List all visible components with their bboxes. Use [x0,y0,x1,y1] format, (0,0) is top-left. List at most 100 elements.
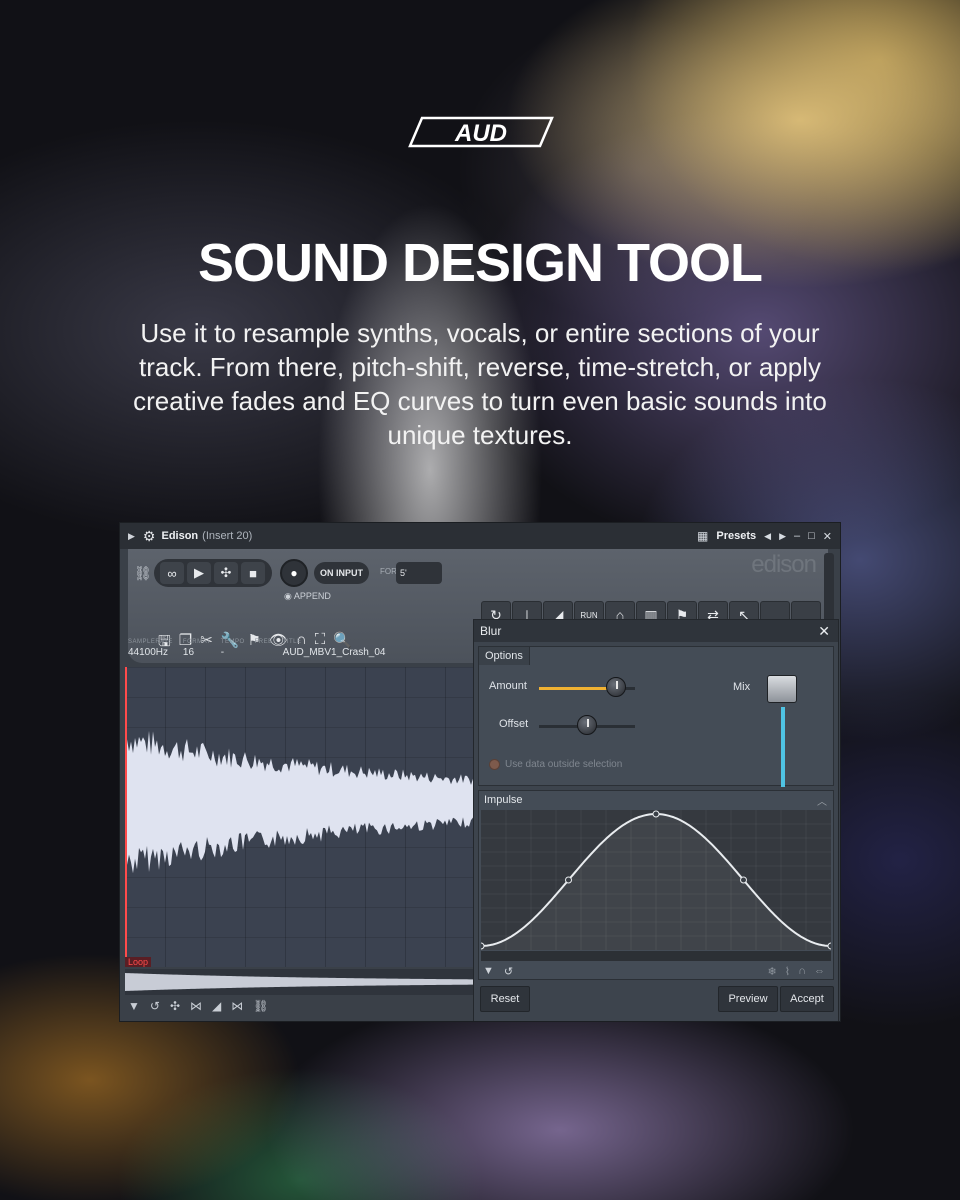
gear-icon[interactable]: ⚙ [143,528,156,545]
impulse-undo-icon[interactable]: ↺ [504,965,513,978]
attach-icon[interactable]: ⌇ [785,965,790,978]
blur-title: Blur [480,624,502,638]
transient-icon[interactable]: ✣ [170,999,180,1013]
close-icon[interactable]: ✕ [823,530,832,543]
scrub-icon[interactable]: ✣ [214,562,238,584]
loop-icon[interactable]: ∞ [160,562,184,584]
tempo-label: TEMPO [220,639,245,645]
impulse-control-point [652,810,660,818]
amount-slider-fill [539,687,616,690]
undo-icon[interactable]: ↺ [150,999,160,1013]
blur-titlebar: Blur ✕ [474,620,838,642]
overview-shape [125,973,475,991]
impulse-tools: ▼ ↺ [483,965,513,978]
tempo-value: - [220,647,225,658]
headline: SOUND DESIGN TOOL [197,233,763,293]
options-panel: Options Amount Offset Mix Use data outsi… [478,646,834,787]
append-label: APPEND [293,591,331,601]
title-label: TITLE [282,639,302,645]
grid-icon[interactable]: ▦ [697,529,708,543]
mix-fader-fill [781,707,785,787]
collapse-caret-icon[interactable]: ︿ [817,793,827,808]
presets-button[interactable]: Presets [716,530,756,542]
mix-label: Mix [733,681,751,693]
impulse-menu-icon[interactable]: ▼ [483,965,494,978]
mix-fader-handle[interactable] [767,675,797,703]
format-value[interactable]: 16 [183,647,211,658]
waveform-path [127,730,475,874]
use-data-option[interactable]: Use data outside selection [489,759,622,770]
link-icon[interactable]: ⛓ [134,565,152,582]
stop-icon[interactable]: ■ [241,562,265,584]
format-info: FORMAT 16 [183,639,211,667]
window-subtitle: (Insert 20) [202,530,253,542]
amount-label: Amount [489,680,527,692]
accept-button[interactable]: Accept [780,986,834,1012]
snap-icon[interactable]: ∩ [798,965,806,978]
subtext: Use it to resample synths, vocals, or en… [133,318,827,450]
samplerate-label: SAMPLERATE [128,639,173,645]
waveform-view[interactable]: Loop [125,667,475,967]
free-label: FREE [254,639,273,645]
logo-text: AUD [454,120,507,147]
impulse-scrollbar[interactable] [481,951,831,961]
snowflake-icon[interactable]: ❄ [768,965,777,978]
impulse-control-point [565,876,572,884]
preview-button[interactable]: Preview [718,986,778,1012]
options-tab[interactable]: Options [479,647,530,665]
next-preset-icon[interactable]: ▶ [779,531,786,542]
samplerate-value: 44100Hz [128,647,169,658]
free-info: FREE [255,639,273,667]
edison-window: ▶ ⚙ Edison (Insert 20) ▦ Presets ◀ ▶ – □… [119,522,841,1022]
overview-path [125,973,475,991]
title-info: TITLE AUD_MBV1_Crash_04 [283,639,386,667]
mix-fader[interactable] [781,707,785,787]
impulse-control-point [477,942,485,950]
on-input-button[interactable]: ON INPUT [314,562,370,584]
collapse-arrow-icon[interactable]: ▶ [128,531,135,542]
stretch-icon[interactable]: ⇔ [814,965,825,978]
impulse-panel: Impulse ︿ ▼ ↺ ❄ ⌇ ∩ ⇔ [477,790,835,980]
info-bar: SAMPLERATE 44100Hz FORMAT 16 TEMPO - FRE… [128,639,474,667]
tempo-info: TEMPO - [221,639,245,667]
minimize-icon[interactable]: – [794,530,800,542]
menu-down-icon[interactable]: ▼ [128,999,140,1013]
bottom-toolbar: ▼ ↺ ✣ ⋈ ◢ ⋈ ⛓ [128,999,268,1013]
impulse-tools-right: ❄ ⌇ ∩ ⇔ [768,965,826,978]
title-value: AUD_MBV1_Crash_04 [282,647,386,658]
impulse-area [481,814,831,950]
link-small-icon[interactable]: ⛓ [253,999,268,1013]
blur-window: Blur ✕ Options Amount Offset Mix Use dat… [473,619,839,1021]
impulse-header: Impulse ︿ [479,791,833,809]
use-data-radio[interactable] [489,759,500,770]
for-value-field[interactable]: 5' [396,562,442,584]
prev-preset-icon[interactable]: ◀ [764,531,771,542]
record-button[interactable]: ● [280,559,308,587]
aud-logo: AUD [408,116,554,148]
transport-group: ∞ ▶ ✣ ■ [154,559,272,587]
window-title: Edison [161,530,199,542]
maximize-icon[interactable]: □ [808,530,815,542]
overview-waveform[interactable] [125,969,475,995]
fade-in-icon[interactable]: ⋈ [190,999,202,1013]
for-label: FOR [380,567,397,576]
impulse-label: Impulse [484,794,523,806]
offset-label: Offset [499,718,529,730]
impulse-control-point [827,942,835,950]
fade-out-icon[interactable]: ⋈ [231,999,243,1013]
impulse-envelope-editor[interactable] [477,810,835,950]
impulse-control-point [740,876,747,884]
offset-knob[interactable] [577,715,597,735]
edison-titlebar: ▶ ⚙ Edison (Insert 20) ▦ Presets ◀ ▶ – □… [120,523,840,549]
format-label: FORMAT [182,639,211,645]
blur-close-icon[interactable]: ✕ [818,623,830,640]
amount-knob[interactable] [605,677,626,697]
ramp-icon[interactable]: ◢ [212,999,221,1013]
edison-brand: edison [751,551,817,578]
append-option[interactable]: ◉ APPEND [284,591,331,602]
waveform-shape [127,730,475,874]
impulse-curve [477,810,835,950]
loop-label: Loop [125,957,152,967]
play-icon[interactable]: ▶ [187,562,211,584]
reset-button[interactable]: Reset [480,986,530,1012]
